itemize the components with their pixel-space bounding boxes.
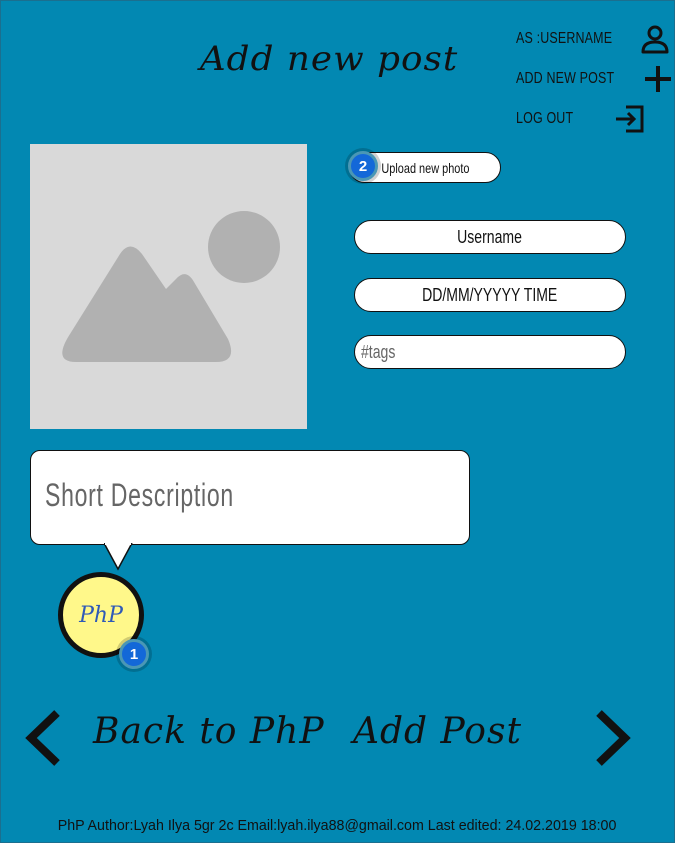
- nav-item-log-out[interactable]: LOG OUT: [516, 99, 646, 139]
- page-title: Add new post: [199, 39, 459, 79]
- datetime-value: DD/MM/YYYYY TIME: [422, 284, 558, 305]
- plus-icon: [642, 63, 674, 95]
- nav-item-username[interactable]: AS :USERNAME: [516, 19, 669, 59]
- step-badge-1: 1: [119, 639, 149, 669]
- image-placeholder-icon: [62, 211, 280, 362]
- footer-text: PhP Author:Lyah Ilya 5gr 2c Email:lyah.i…: [58, 817, 617, 834]
- tags-input[interactable]: #tags: [354, 335, 626, 369]
- back-to-php-link[interactable]: Back to PhP: [93, 711, 325, 752]
- nav-item-label: AS :USERNAME: [516, 30, 613, 47]
- user-icon: [639, 23, 671, 55]
- username-value: Username: [457, 226, 523, 247]
- bottom-nav: Back to PhP Add Post: [1, 701, 674, 771]
- username-field[interactable]: Username: [354, 220, 626, 254]
- chevron-right-icon[interactable]: [593, 709, 633, 767]
- step-badge-2: 2: [348, 151, 378, 181]
- datetime-field[interactable]: DD/MM/YYYYY TIME: [354, 278, 626, 312]
- description-placeholder: Short Description: [45, 477, 234, 513]
- add-post-button[interactable]: Add Post: [353, 711, 522, 752]
- description-input[interactable]: Short Description: [30, 450, 470, 545]
- speech-bubble-tail: [104, 543, 133, 571]
- nav-item-add-new-post[interactable]: ADD NEW POST: [516, 59, 671, 99]
- top-nav: AS :USERNAME ADD NEW POST LOG OUT: [516, 19, 671, 139]
- chevron-left-icon[interactable]: [23, 709, 63, 767]
- tags-placeholder: #tags: [361, 341, 396, 362]
- upload-photo-label: Upload new photo: [380, 159, 470, 176]
- nav-item-label: ADD NEW POST: [516, 70, 615, 87]
- footer: PhP Author:Lyah Ilya 5gr 2c Email:lyah.i…: [1, 817, 674, 834]
- nav-item-label: LOG OUT: [516, 110, 574, 127]
- page: Add new post AS :USERNAME ADD NEW POST L…: [0, 0, 675, 843]
- photo-placeholder: [30, 144, 307, 429]
- logout-icon: [614, 103, 646, 135]
